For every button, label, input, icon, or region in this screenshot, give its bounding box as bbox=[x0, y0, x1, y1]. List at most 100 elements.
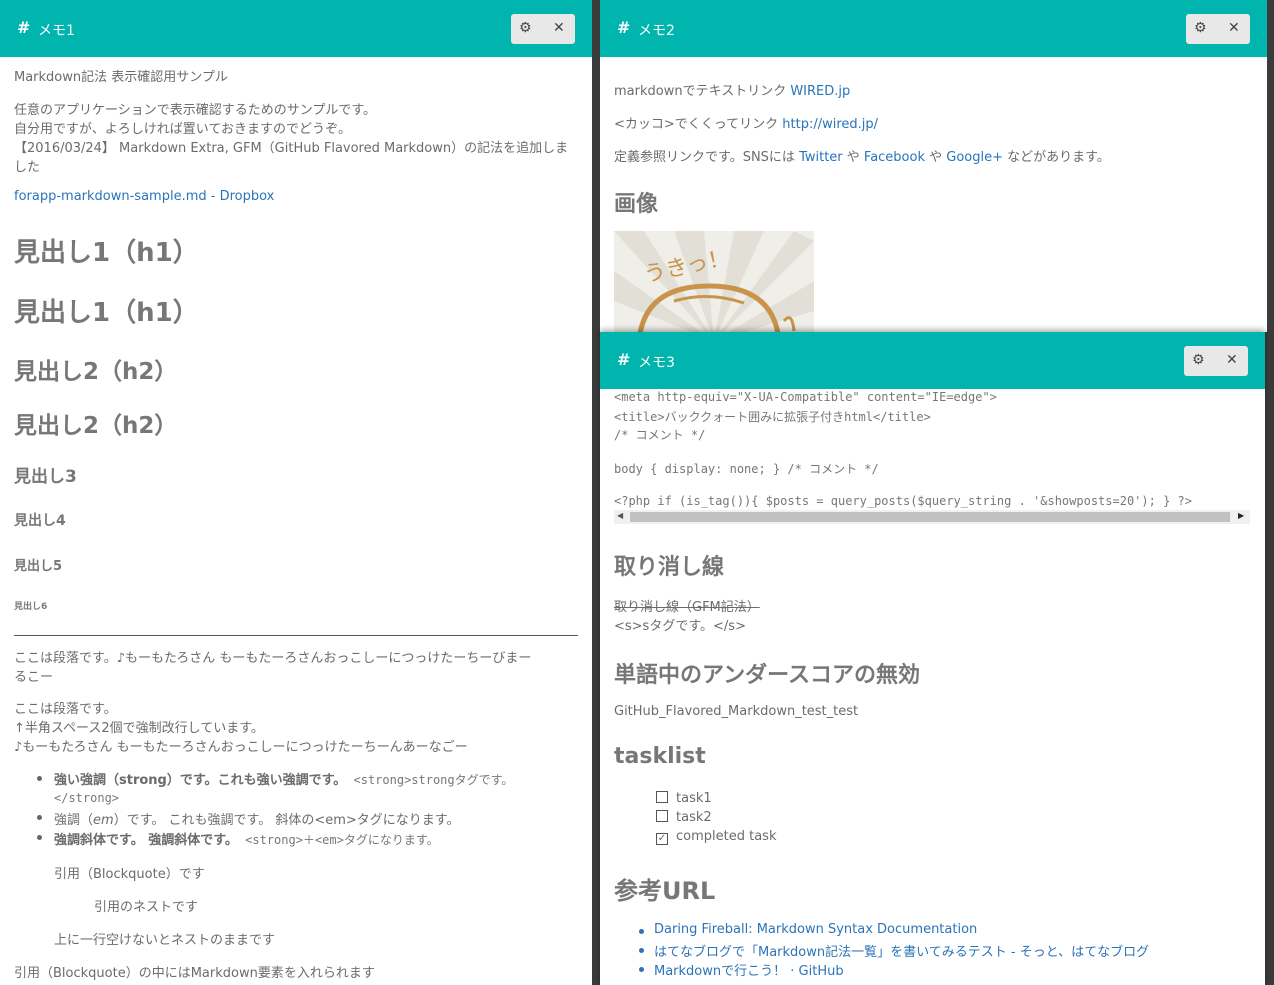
paragraph-line: ここは段落です。♪もーもたろさん もーもたーろさんおっこしーにつっけたーちーびま… bbox=[14, 651, 532, 666]
code-line: body { display: none; } /* コメント */ bbox=[614, 462, 879, 476]
inline-code: </strong> bbox=[54, 791, 120, 805]
googleplus-link[interactable]: Google+ bbox=[946, 150, 1003, 165]
code-line: <?php if (is_tag()){ $posts = query_post… bbox=[614, 494, 1192, 508]
facebook-link[interactable]: Facebook bbox=[864, 150, 925, 165]
strike-text: 取り消し線（GFM記法） bbox=[614, 600, 760, 615]
bullet-icon bbox=[37, 815, 42, 820]
memo1-title: メモ1 bbox=[38, 23, 75, 39]
image-heading: 画像 bbox=[614, 192, 659, 217]
code-line: /* コメント */ bbox=[614, 428, 706, 442]
twitter-link[interactable]: Twitter bbox=[799, 150, 843, 165]
memo2-titlebar[interactable]: # メモ2 ⚙ ✕ bbox=[600, 0, 1267, 57]
list-item: 強い強調（strong）です。これも強い強調です。 <strong>strong… bbox=[54, 769, 513, 788]
strong-em-text: 強調斜体です。 強調斜体です。 bbox=[54, 833, 238, 848]
ref-link[interactable]: はてなブログで「Markdown記法一覧」を書いてみるテスト - そっと、はてな… bbox=[654, 941, 1149, 960]
memo3-window-controls: ⚙ ✕ bbox=[1184, 346, 1248, 376]
scroll-right-icon[interactable]: ▶ bbox=[1238, 511, 1244, 520]
list-item: 強調斜体です。 強調斜体です。 <strong>＋<em>タグになります。 bbox=[54, 829, 439, 848]
memo2-content[interactable]: markdownでテキストリンク WIRED.jp <カッコ>でくくってリンク … bbox=[600, 57, 1267, 332]
hash-icon: # bbox=[17, 18, 31, 37]
sample-image: うきっ！ bbox=[614, 231, 814, 332]
wired-url-link[interactable]: http://wired.jp/ bbox=[782, 117, 878, 132]
close-icon[interactable]: ✕ bbox=[1226, 352, 1238, 368]
memo3-titlebar[interactable]: # メモ3 ⚙ ✕ bbox=[600, 332, 1265, 389]
memo1-window-controls: ⚙ ✕ bbox=[511, 14, 575, 44]
list-text: ）です。 これも強調です。 斜体の<em>タグになります。 bbox=[113, 813, 460, 828]
ref-link[interactable]: Markdownで行こう！ · GitHub bbox=[654, 960, 844, 979]
close-icon[interactable]: ✕ bbox=[553, 20, 565, 36]
checkbox-checked[interactable]: ✓ bbox=[656, 833, 668, 845]
wired-link[interactable]: WIRED.jp bbox=[790, 84, 850, 99]
inline-code: <strong>＋<em>タグになります。 bbox=[237, 833, 439, 847]
memo1-content[interactable]: Markdown記法 表示確認用サンプル 任意のアプリケーションで表示確認するた… bbox=[0, 57, 592, 985]
blockquote-nested: 引用のネストです bbox=[94, 900, 199, 915]
strong-text: 強い強調（strong）です。 bbox=[54, 773, 218, 788]
link-line: markdownでテキストリンク WIRED.jp bbox=[614, 80, 850, 99]
intro-line: 任意のアプリケーションで表示確認するためのサンプルです。 bbox=[14, 103, 377, 118]
memo2-window-controls: ⚙ ✕ bbox=[1186, 14, 1250, 44]
strong-text: これも強い強調です。 bbox=[217, 773, 347, 788]
bullet-icon bbox=[37, 835, 42, 840]
strike-heading: 取り消し線 bbox=[614, 555, 725, 580]
memo3-window: # メモ3 ⚙ ✕ <meta http-equiv="X-UA-Compati… bbox=[600, 332, 1265, 985]
list-text: 強調（ bbox=[54, 813, 94, 828]
underscore-heading: 単語中のアンダースコアの無効 bbox=[614, 663, 921, 688]
paragraph-line: るこー bbox=[14, 670, 54, 685]
gear-icon[interactable]: ⚙ bbox=[1192, 352, 1205, 368]
close-icon[interactable]: ✕ bbox=[1228, 20, 1240, 36]
task-label: task1 bbox=[676, 791, 712, 806]
intro-line: 【2016/03/24】 Markdown Extra, GFM（GitHub … bbox=[14, 141, 569, 156]
memo3-title: メモ3 bbox=[638, 355, 675, 371]
code-line: <title>バッククォート囲みに拡張子付きhtml</title> bbox=[614, 410, 931, 424]
memo2-title: メモ2 bbox=[638, 23, 675, 39]
heading-h2: 見出し2（h2） bbox=[14, 359, 178, 385]
code-scrollbar[interactable]: ◀ ▶ bbox=[614, 510, 1250, 524]
bullet-icon bbox=[639, 967, 644, 972]
blockquote: 引用（Blockquote）です bbox=[54, 867, 205, 882]
checkbox-unchecked[interactable] bbox=[656, 791, 668, 803]
dropbox-link[interactable]: forapp-markdown-sample.md - Dropbox bbox=[14, 189, 274, 204]
gear-icon[interactable]: ⚙ bbox=[1194, 20, 1207, 36]
scrollbar-thumb[interactable] bbox=[630, 512, 1230, 522]
ref-heading: 参考URL bbox=[614, 877, 716, 905]
inline-code: <strong>strongタグです。 bbox=[346, 773, 514, 787]
link-line-text: や bbox=[842, 150, 864, 165]
memo1-titlebar[interactable]: # メモ1 ⚙ ✕ bbox=[0, 0, 592, 57]
heading-h3: 見出し3 bbox=[14, 467, 77, 487]
intro-line: した bbox=[14, 160, 41, 175]
link-line-text: <カッコ>でくくってリンク bbox=[614, 117, 783, 132]
tasklist-heading: tasklist bbox=[614, 744, 706, 769]
memo2-window: # メモ2 ⚙ ✕ markdownでテキストリンク WIRED.jp <カッコ… bbox=[600, 0, 1267, 332]
task-item: task1 bbox=[656, 791, 712, 806]
link-line: 定義参照リンクです。SNSには Twitter や Facebook や Goo… bbox=[614, 146, 1110, 165]
task-label: completed task bbox=[676, 829, 777, 844]
em-text: em bbox=[93, 813, 114, 828]
blockquote-note: 引用（Blockquote）の中にはMarkdown要素を入れられます bbox=[14, 966, 375, 981]
gear-icon[interactable]: ⚙ bbox=[519, 20, 532, 36]
task-item: ✓ completed task bbox=[656, 829, 776, 845]
horizontal-rule bbox=[14, 635, 578, 636]
intro-line: 自分用ですが、よろしければ置いておきますのでどうぞ。 bbox=[14, 122, 351, 137]
heading-h6: 見出し6 bbox=[14, 602, 48, 612]
list-item: 強調（em）です。 これも強調です。 斜体の<em>タグになります。 bbox=[54, 809, 460, 828]
paragraph-line: ↑半角スペース2個で強制改行しています。 bbox=[14, 721, 264, 736]
blockquote: 上に一行空けないとネストのままです bbox=[54, 933, 276, 948]
memo1-intro-title: Markdown記法 表示確認用サンプル bbox=[14, 70, 228, 85]
paragraph-line: ここは段落です。 bbox=[14, 702, 117, 717]
heading-h1: 見出し1（h1） bbox=[14, 298, 199, 328]
paragraph-line: ♪もーもたろさん もーもたーろさんおっこしーにつっけたーちーんあーなごー bbox=[14, 740, 468, 755]
s-tag-text: <s>sタグです。</s> bbox=[614, 619, 746, 634]
scroll-left-icon[interactable]: ◀ bbox=[617, 511, 623, 520]
checkbox-unchecked[interactable] bbox=[656, 810, 668, 822]
underscore-text: GitHub_Flavored_Markdown_test_test bbox=[614, 704, 859, 719]
link-line-text: markdownでテキストリンク bbox=[614, 84, 791, 99]
task-label: task2 bbox=[676, 810, 712, 825]
memo3-content[interactable]: <meta http-equiv="X-UA-Compatible" conte… bbox=[600, 389, 1265, 985]
ref-link[interactable]: Daring Fireball: Markdown Syntax Documen… bbox=[654, 922, 977, 937]
heading-h5: 見出し5 bbox=[14, 559, 63, 574]
link-line-text: 定義参照リンクです。SNSには bbox=[614, 150, 800, 165]
bullet-icon bbox=[37, 776, 42, 781]
task-item: task2 bbox=[656, 810, 712, 825]
code-line: <meta http-equiv="X-UA-Compatible" conte… bbox=[614, 390, 997, 404]
heading-h1: 見出し1（h1） bbox=[14, 238, 199, 268]
